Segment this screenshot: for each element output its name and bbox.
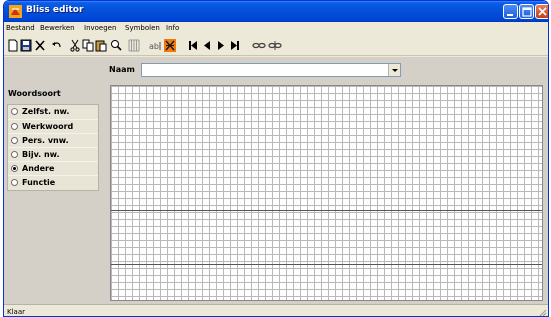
radio-circle[interactable] — [11, 137, 18, 144]
rename-icon[interactable]: ab — [149, 39, 161, 52]
radio-circle[interactable] — [11, 123, 18, 130]
radio-werkwoord[interactable]: Werkwoord — [8, 119, 98, 133]
cut-icon[interactable] — [69, 39, 81, 52]
radio-label: Werkwoord — [22, 122, 74, 131]
radio-label: Pers. vnw. — [22, 136, 69, 145]
first-icon[interactable] — [187, 39, 199, 52]
radio-circle[interactable] — [11, 179, 18, 186]
woordsoort-group: Zelfst. nw. Werkwoord Pers. vnw. Bijv. n… — [7, 104, 99, 191]
chevron-down-icon[interactable] — [388, 64, 400, 76]
menu-bar: Bestand Bewerken Invoegen Symbolen Info — [4, 22, 548, 36]
radio-functie[interactable]: Functie — [8, 175, 98, 189]
grid-guide-line — [111, 264, 542, 265]
radio-andere[interactable]: Andere — [8, 161, 98, 175]
grid-icon[interactable] — [128, 39, 140, 52]
radio-label: Andere — [22, 164, 55, 173]
title-bar[interactable]: Bliss editor — [4, 1, 548, 22]
naam-label: Naam — [109, 65, 135, 74]
woordsoort-label: Woordsoort — [8, 89, 61, 98]
radio-circle[interactable] — [11, 108, 18, 115]
last-icon[interactable] — [229, 39, 241, 52]
resize-grip-icon[interactable] — [537, 307, 547, 316]
radio-label: Bijv. nw. — [22, 150, 60, 159]
copy-icon[interactable] — [82, 39, 94, 52]
symbol-drawing-grid[interactable] — [110, 85, 543, 301]
radio-zelfst-nw[interactable]: Zelfst. nw. — [8, 105, 98, 119]
undo-icon[interactable] — [51, 39, 63, 52]
window-title: Bliss editor — [26, 5, 84, 15]
menu-bewerken[interactable]: Bewerken — [40, 24, 75, 32]
paste-icon[interactable] — [95, 39, 107, 52]
menu-bestand[interactable]: Bestand — [6, 24, 35, 32]
menu-info[interactable]: Info — [166, 24, 179, 32]
svg-text:ab: ab — [149, 42, 159, 51]
delete-icon[interactable] — [34, 39, 46, 52]
naam-combobox[interactable] — [141, 63, 401, 77]
unlink-icon[interactable] — [268, 39, 282, 52]
status-text: Klaar — [7, 308, 25, 316]
grid-guide-line — [111, 210, 542, 211]
status-bar: Klaar — [4, 304, 548, 316]
radio-bijv-nw[interactable]: Bijv. nw. — [8, 147, 98, 161]
radio-dot — [13, 167, 16, 170]
clear-icon[interactable] — [164, 39, 176, 52]
radio-circle[interactable] — [11, 151, 18, 158]
bliss-editor-window: Bliss editor Bestand Bewerken Invoegen S… — [3, 0, 549, 317]
zoom-icon[interactable] — [110, 39, 122, 52]
new-icon[interactable] — [7, 39, 19, 52]
previous-icon[interactable] — [201, 39, 213, 52]
next-icon[interactable] — [215, 39, 227, 52]
menu-invoegen[interactable]: Invoegen — [84, 24, 116, 32]
toolbar: ab — [4, 36, 548, 56]
radio-label: Functie — [22, 178, 56, 187]
radio-pers-vnw[interactable]: Pers. vnw. — [8, 133, 98, 147]
close-icon[interactable] — [535, 4, 548, 19]
radio-circle-selected[interactable] — [11, 165, 18, 172]
menu-symbolen[interactable]: Symbolen — [125, 24, 160, 32]
save-icon[interactable] — [20, 39, 32, 52]
radio-label: Zelfst. nw. — [22, 107, 70, 116]
link-icon[interactable] — [252, 39, 266, 52]
editor-area: Naam Woordsoort Zelfst. nw. Werkwoord Pe… — [4, 57, 548, 304]
maximize-icon[interactable] — [519, 4, 534, 19]
minimize-icon[interactable] — [503, 4, 518, 19]
bliss-app-icon[interactable] — [9, 5, 22, 18]
